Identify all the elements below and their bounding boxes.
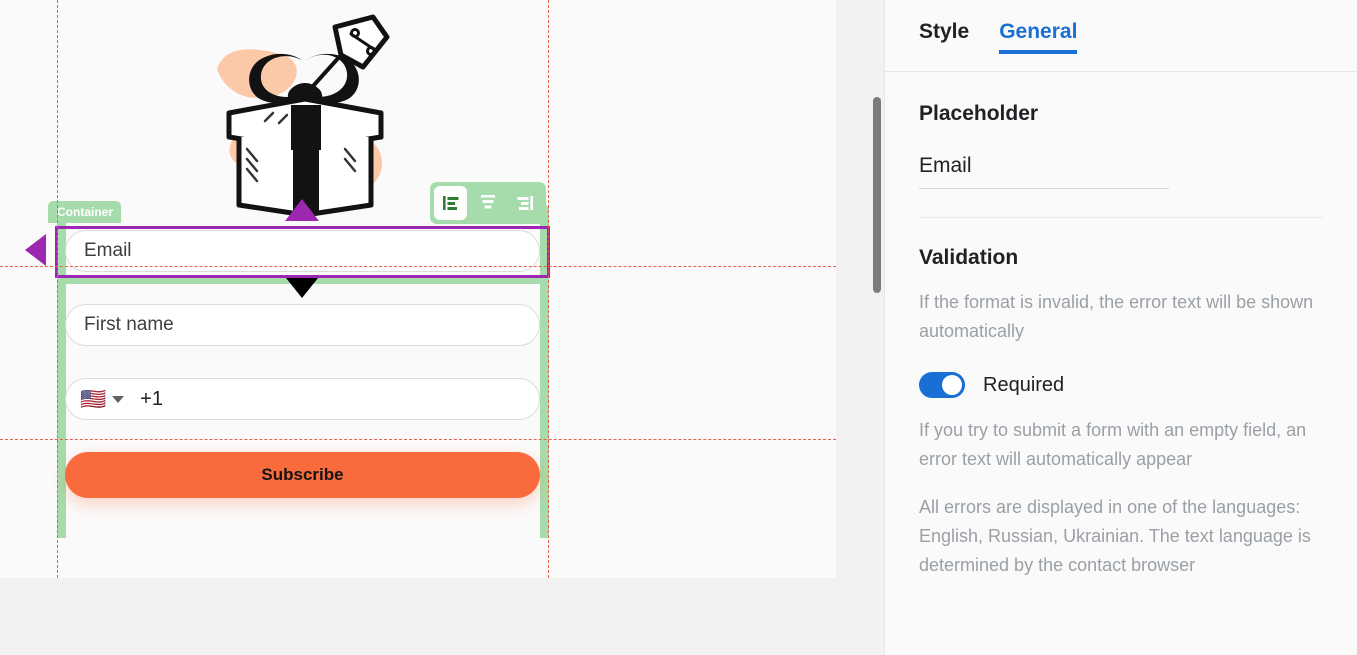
align-left-icon[interactable] (434, 186, 468, 220)
phone-input[interactable]: 🇺🇸 +1 (65, 378, 540, 420)
alignment-toolbar[interactable] (430, 182, 546, 224)
drop-indicator-left-icon (25, 234, 46, 266)
required-label: Required (983, 373, 1065, 396)
canvas-scrollbar[interactable] (873, 97, 881, 293)
placeholder-section: Placeholder (919, 102, 1323, 218)
align-right-icon[interactable] (509, 186, 542, 220)
tab-style[interactable]: Style (919, 20, 969, 54)
language-helper-text: All errors are displayed in one of the l… (919, 496, 1311, 575)
canvas-area[interactable]: Email First name 🇺🇸 +1 Subscribe Contain… (0, 0, 884, 655)
drop-indicator-up-icon (285, 199, 319, 221)
settings-panel: Style General Placeholder Validation If … (884, 0, 1357, 655)
format-helper-text: If the format is invalid, the error text… (919, 292, 1314, 342)
placeholder-section-title: Placeholder (919, 102, 1039, 125)
panel-body: Placeholder Validation If the format is … (885, 72, 1357, 580)
empty-field-helper-text: If you try to submit a form with an empt… (919, 420, 1307, 470)
validation-section: Validation If the format is invalid, the… (919, 218, 1323, 580)
phone-dial-code: +1 (140, 387, 163, 410)
first-name-input-placeholder: First name (84, 314, 174, 335)
container-badge[interactable]: Container (48, 201, 122, 223)
placeholder-field[interactable] (919, 154, 1169, 189)
subscribe-button[interactable]: Subscribe (65, 452, 540, 498)
canvas-page[interactable]: Email First name 🇺🇸 +1 Subscribe Contain… (0, 0, 836, 578)
us-flag-icon: 🇺🇸 (80, 386, 107, 411)
first-name-input[interactable]: First name (65, 304, 540, 346)
drop-indicator-down-icon (286, 278, 318, 298)
align-center-icon[interactable] (471, 186, 504, 220)
tab-general[interactable]: General (999, 20, 1078, 54)
email-input-placeholder: Email (84, 240, 132, 261)
chevron-down-icon[interactable] (112, 395, 125, 403)
required-toggle[interactable] (919, 372, 965, 399)
panel-tabs: Style General (885, 0, 1357, 72)
editor-root: Email First name 🇺🇸 +1 Subscribe Contain… (0, 0, 1357, 655)
required-row: Required (919, 372, 1323, 399)
email-input[interactable]: Email (65, 230, 540, 272)
validation-section-title: Validation (919, 246, 1019, 269)
